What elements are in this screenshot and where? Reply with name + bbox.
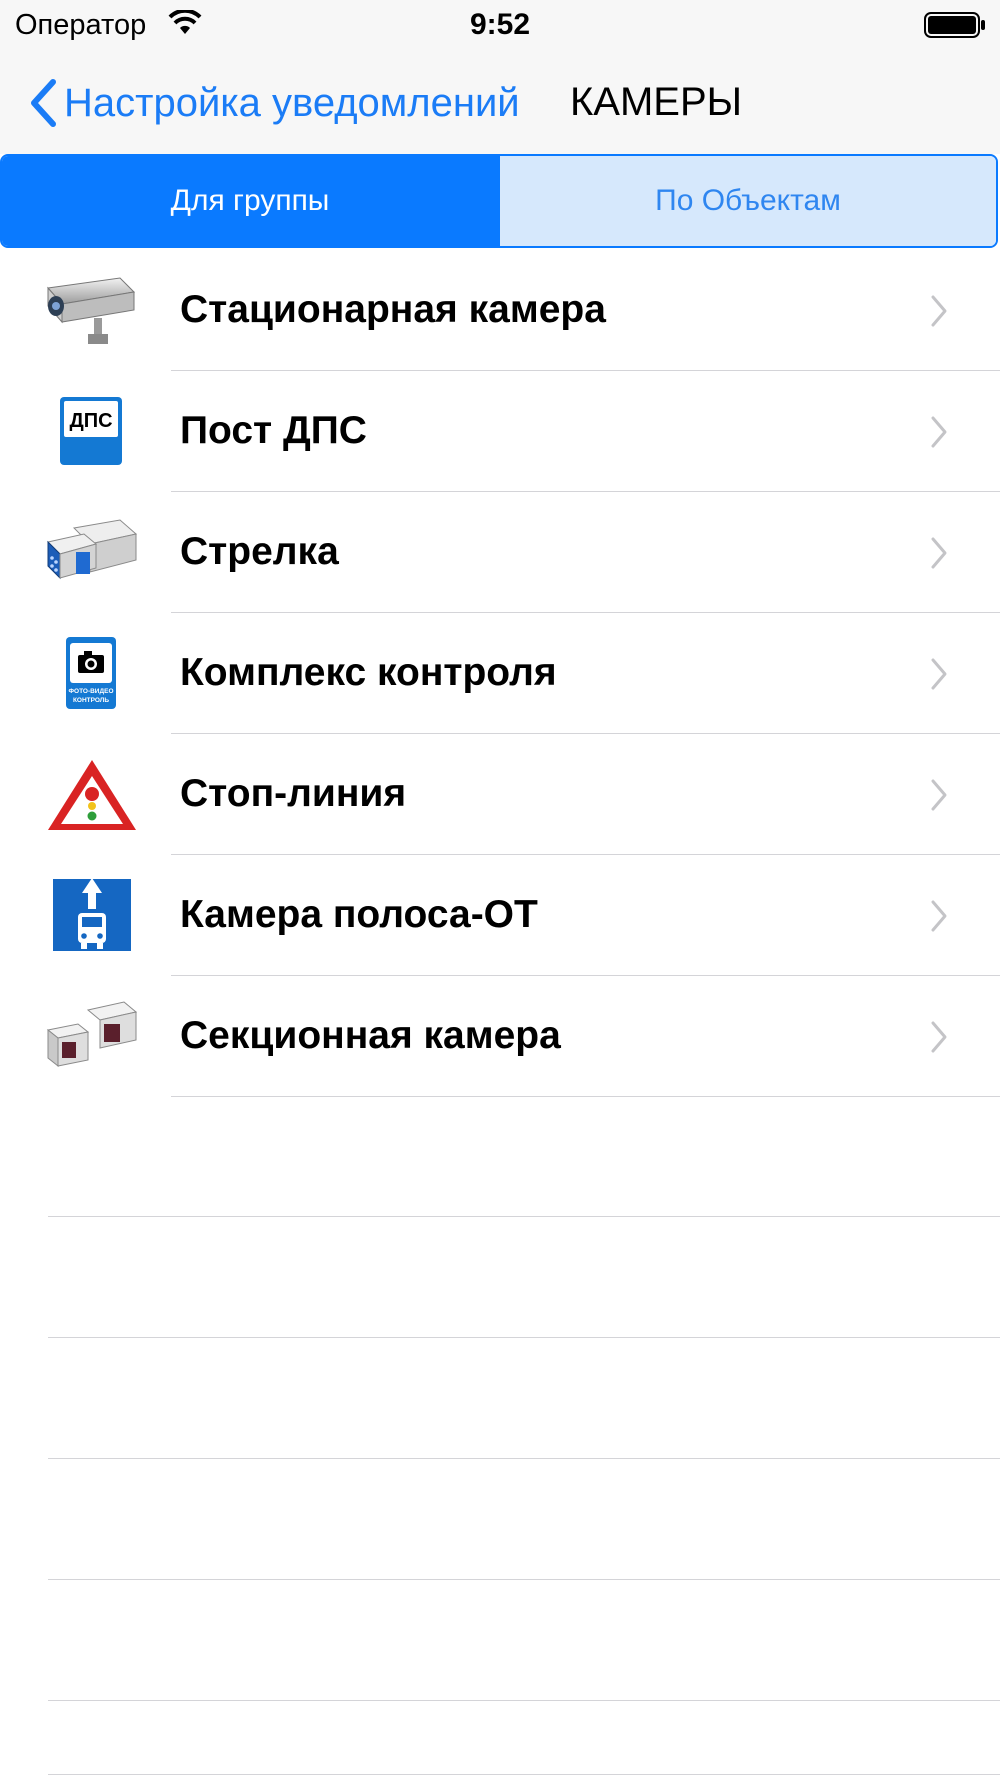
chevron-left-icon [31,79,56,127]
list-item-label: Стрелка [180,530,339,573]
list-item-label: Стоп-линия [180,772,407,815]
list-item-stationary-camera[interactable]: Стационарная камера [0,250,1000,371]
battery-icon [924,12,986,43]
list-item-stop-line[interactable]: Стоп-линия [0,734,1000,855]
list-item-label: Секционная камера [180,1014,561,1057]
chevron-right-icon [931,900,947,932]
stationary-camera-icon [47,277,136,344]
list-item-section-camera[interactable]: Секционная камера [0,976,1000,1097]
list-item-label: Стационарная камера [180,288,606,331]
list-item-strelka[interactable]: Стрелка [0,492,1000,613]
back-button-label: Настройка уведомлений [64,80,520,125]
dps-sign-text: ДПС [69,410,112,432]
photo-video-control-sign-icon: ФОТО-ВИДЕО КОНТРОЛЬ [66,637,116,709]
segment-group[interactable]: Для группы [2,156,498,246]
chevron-right-icon [931,537,947,569]
chevron-right-icon [931,1021,947,1053]
sign-caption-line-1: ФОТО-ВИДЕО [68,688,113,695]
segment-objects[interactable]: По Объектам [498,156,996,246]
empty-row-separator [48,1337,1000,1338]
empty-row-separator [48,1216,1000,1217]
chevron-right-icon [931,779,947,811]
list-item-bus-lane-camera[interactable]: Камера полоса-ОТ [0,855,1000,976]
strelka-radar-icon [47,519,138,580]
empty-row-separator [48,1700,1000,1701]
traffic-light-warning-sign-icon [48,760,136,830]
bus-lane-sign-icon [50,879,134,951]
chevron-right-icon [931,416,947,448]
sign-caption-line-2: КОНТРОЛЬ [73,697,109,704]
clock: 9:52 [469,8,531,41]
chevron-right-icon [931,658,947,690]
camera-type-list: Стационарная камера ДПС Пост ДПС Стрелка… [0,250,1000,1097]
empty-row-separator [48,1458,1000,1459]
section-camera-icon [46,1001,138,1068]
list-item-label: Камера полоса-ОТ [180,893,538,936]
list-item-dps-post[interactable]: ДПС Пост ДПС [0,371,1000,492]
chevron-right-icon [931,295,947,327]
row-separator [171,1096,1000,1097]
back-button[interactable]: Настройка уведомлений [28,78,520,128]
list-item-label: Комплекс контроля [180,651,557,694]
navigation-bar: Настройка уведомлений КАМЕРЫ [0,50,1000,154]
segmented-control: Для группы По Объектам [0,154,998,248]
empty-row-separator [48,1774,1000,1775]
dps-post-sign-icon: ДПС [60,397,122,465]
list-item-control-complex[interactable]: ФОТО-ВИДЕО КОНТРОЛЬ Комплекс контроля [0,613,1000,734]
status-bar: Оператор 9:52 [0,0,1000,50]
page-title: КАМЕРЫ [570,80,743,124]
list-item-label: Пост ДПС [180,409,367,452]
empty-row-separator [48,1579,1000,1580]
